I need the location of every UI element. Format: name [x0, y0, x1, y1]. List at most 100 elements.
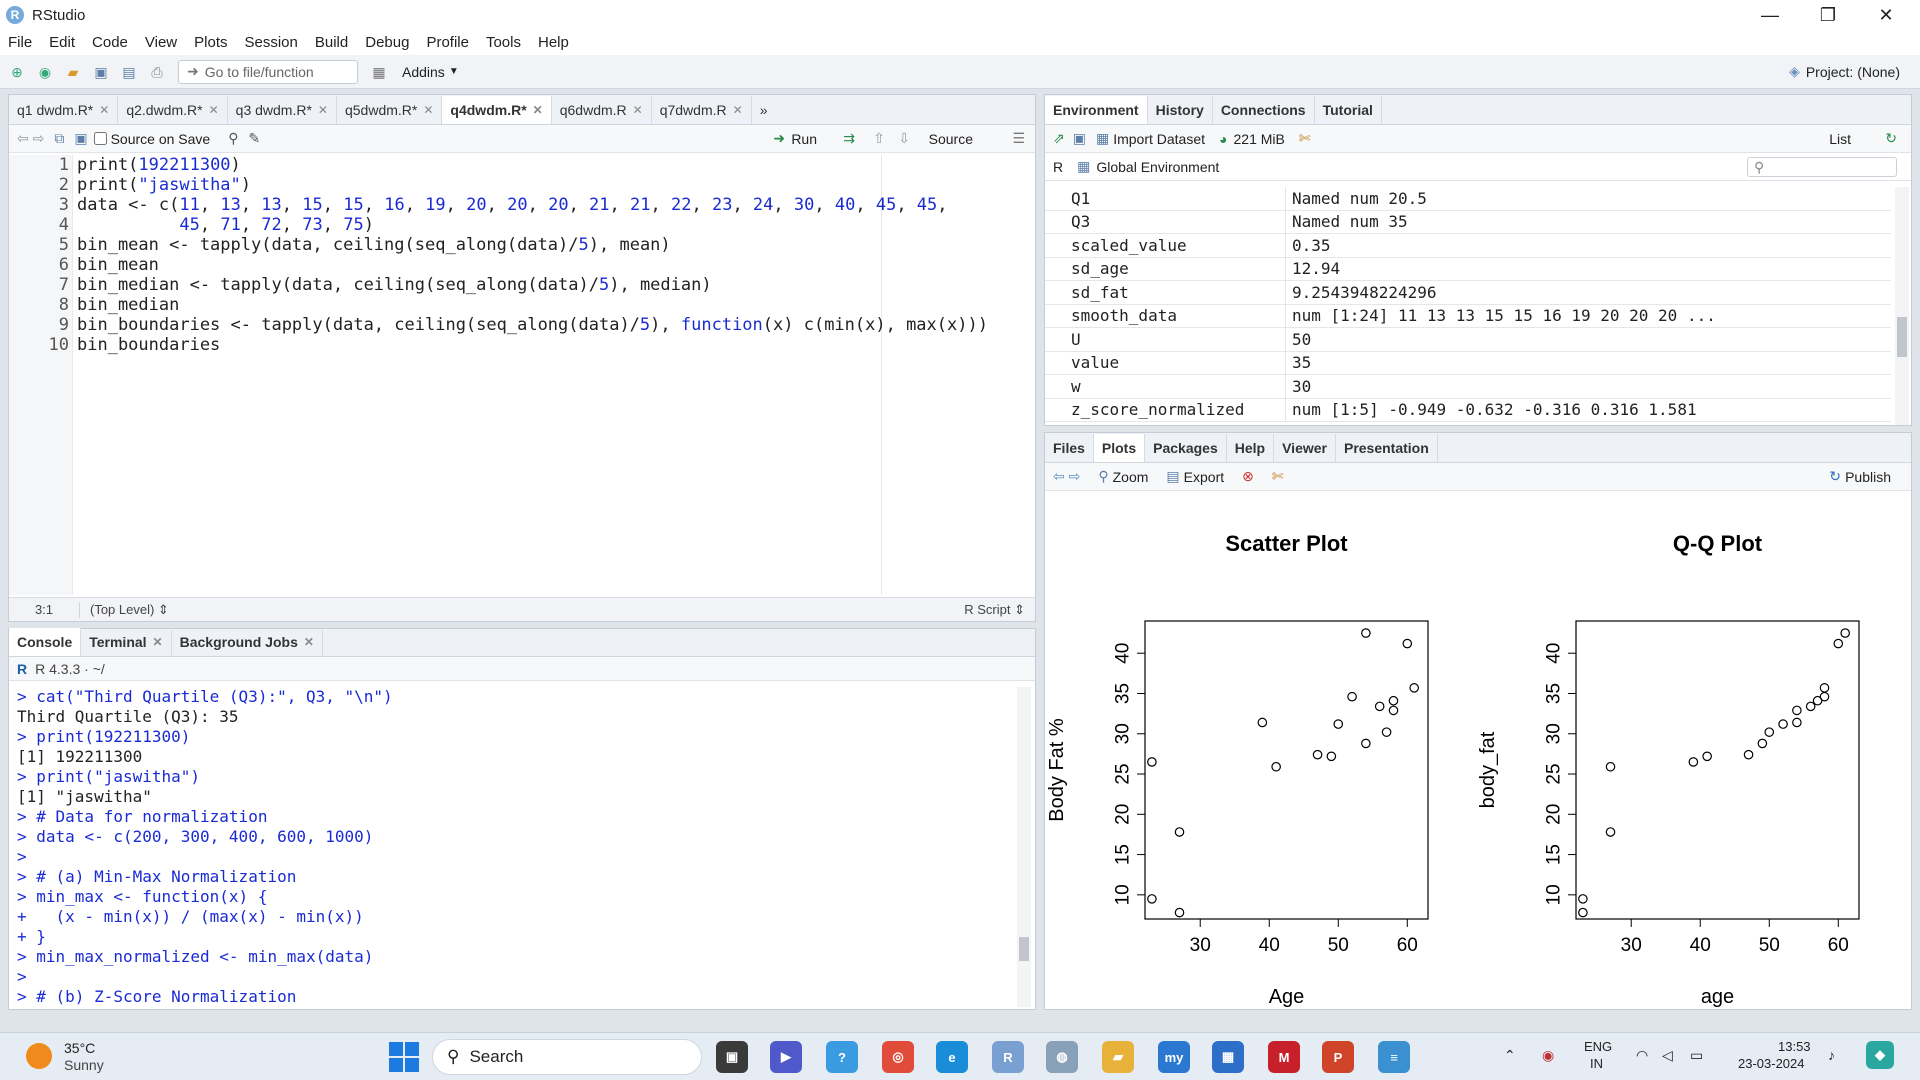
goto-file-input[interactable]: ➜ Go to file/function — [178, 59, 358, 84]
close-button[interactable]: ✕ — [1858, 0, 1914, 30]
list-view-menu[interactable]: List — [1829, 131, 1851, 147]
tab-terminal[interactable]: Terminal ✕ — [81, 628, 172, 656]
scope-selector[interactable]: (Top Level) ⇕ — [79, 601, 169, 618]
windows-start-icon[interactable] — [384, 1040, 424, 1074]
environment-row[interactable]: sd_age 12.94 — [1045, 257, 1891, 281]
file-explorer-icon[interactable]: ▰ — [1102, 1041, 1134, 1073]
more-tabs-icon[interactable]: » — [752, 96, 776, 124]
menu-debug[interactable]: Debug — [365, 34, 409, 51]
close-tab-icon[interactable]: ✕ — [304, 635, 314, 649]
tab-tutorial[interactable]: Tutorial — [1315, 96, 1382, 124]
settings-app-icon[interactable]: ? — [826, 1041, 858, 1073]
tab-q2[interactable]: q2.dwdm.R* ✕ — [118, 96, 228, 124]
grid-layout-icon[interactable]: ▦ — [368, 62, 390, 82]
wand-icon[interactable]: ✎ — [248, 130, 260, 147]
environment-row[interactable]: sd_fat 9.2543948224296 — [1045, 281, 1891, 305]
save-icon[interactable]: ▣ — [90, 62, 112, 82]
tab-files[interactable]: Files — [1045, 434, 1094, 462]
close-tab-icon[interactable]: ✕ — [99, 103, 109, 117]
down-icon[interactable]: ⇩ — [898, 130, 910, 147]
tray-chevron-icon[interactable]: ⌃ — [1504, 1047, 1516, 1064]
source-button[interactable]: Source — [929, 131, 973, 147]
clock-date[interactable]: 23-03-2024 — [1738, 1056, 1805, 1071]
close-tab-icon[interactable]: ✕ — [733, 103, 743, 117]
zoom-button[interactable]: Zoom — [1113, 469, 1149, 485]
source-on-save-checkbox[interactable] — [93, 132, 107, 145]
environment-row[interactable]: Q1 Named num 20.5 — [1045, 187, 1891, 211]
keyboard-region[interactable]: IN — [1590, 1056, 1603, 1071]
menu-edit[interactable]: Edit — [49, 34, 75, 51]
new-file-icon[interactable]: ⊕ — [6, 62, 28, 82]
task-view-icon[interactable]: ▣ — [716, 1041, 748, 1073]
battery-icon[interactable]: ▭ — [1690, 1047, 1703, 1064]
chrome-icon[interactable]: ◎ — [882, 1041, 914, 1073]
keyboard-language[interactable]: ENG — [1584, 1039, 1612, 1054]
environment-row[interactable]: U 50 — [1045, 328, 1891, 352]
run-button[interactable]: Run — [791, 131, 817, 147]
addins-menu[interactable]: Addins — [402, 64, 445, 80]
language-selector[interactable]: R — [1053, 159, 1063, 175]
tab-viewer[interactable]: Viewer — [1274, 434, 1336, 462]
powerpoint-icon[interactable]: P — [1322, 1041, 1354, 1073]
menu-plots[interactable]: Plots — [194, 34, 227, 51]
tab-console[interactable]: Console — [9, 628, 82, 656]
close-tab-icon[interactable]: ✕ — [423, 103, 433, 117]
menu-profile[interactable]: Profile — [426, 34, 469, 51]
open-file-icon[interactable]: ▰ — [62, 62, 84, 82]
save-all-icon[interactable]: ▤ — [118, 62, 140, 82]
publish-button[interactable]: Publish — [1845, 469, 1891, 485]
notepad-icon[interactable]: ≡ — [1378, 1041, 1410, 1073]
clear-plots-broom-icon[interactable]: ✄ — [1272, 468, 1284, 485]
console-scrollbar[interactable] — [1017, 687, 1031, 1007]
wifi-icon[interactable]: ◠ — [1636, 1047, 1648, 1064]
close-tab-icon[interactable]: ✕ — [533, 103, 543, 117]
file-type-selector[interactable]: R Script ⇕ — [964, 602, 1025, 618]
store-icon[interactable]: ▦ — [1212, 1041, 1244, 1073]
console-output[interactable]: > cat("Third Quartile (Q3):", Q3, "\n") T… — [17, 687, 1007, 1009]
new-project-icon[interactable]: ◉ — [34, 62, 56, 82]
export-menu[interactable]: Export — [1184, 469, 1224, 485]
broom-icon[interactable]: ✄ — [1299, 130, 1311, 147]
save-icon[interactable]: ▣ — [74, 130, 87, 147]
restore-button[interactable]: ❐ — [1800, 0, 1856, 30]
taskbar-search-box[interactable]: ⚲ Search — [432, 1039, 702, 1075]
edge-icon[interactable]: e — [936, 1041, 968, 1073]
menu-file[interactable]: File — [8, 34, 32, 51]
volume-icon[interactable]: ◁ — [1662, 1047, 1673, 1064]
plot-back-forward-icon[interactable]: ⇦ ⇨ — [1053, 468, 1080, 485]
show-in-window-icon[interactable]: ⧉ — [54, 130, 64, 147]
menu-build[interactable]: Build — [315, 34, 348, 51]
menu-view[interactable]: View — [145, 34, 177, 51]
minimize-button[interactable]: — — [1742, 0, 1798, 30]
environment-row[interactable]: w 30 — [1045, 375, 1891, 399]
outline-icon[interactable]: ☰ — [1012, 130, 1025, 147]
teams-icon[interactable]: ▶ — [770, 1041, 802, 1073]
close-tab-icon[interactable]: ✕ — [209, 103, 219, 117]
environment-search-input[interactable]: ⚲ — [1747, 156, 1897, 177]
environment-row[interactable]: smooth_data num [1:24] 11 13 13 15 15 16 … — [1045, 304, 1891, 328]
environment-row[interactable]: value 35 — [1045, 351, 1891, 375]
global-environment-selector[interactable]: Global Environment — [1096, 159, 1219, 175]
import-dataset-menu[interactable]: Import Dataset — [1113, 131, 1205, 147]
tab-help[interactable]: Help — [1227, 434, 1275, 462]
close-tab-icon[interactable]: ✕ — [318, 103, 328, 117]
tab-history[interactable]: History — [1148, 96, 1213, 124]
copilot-icon[interactable]: ◆ — [1866, 1041, 1894, 1069]
rerun-icon[interactable]: ⇉ — [843, 130, 855, 147]
back-forward-icon[interactable]: ⇦ ⇨ — [17, 130, 44, 147]
menu-help[interactable]: Help — [538, 34, 569, 51]
menu-code[interactable]: Code — [92, 34, 128, 51]
tab-environment[interactable]: Environment — [1045, 96, 1148, 124]
up-icon[interactable]: ⇧ — [873, 130, 885, 147]
close-tab-icon[interactable]: ✕ — [633, 103, 643, 117]
refresh-icon[interactable]: ↻ — [1885, 130, 1897, 147]
menu-session[interactable]: Session — [245, 34, 298, 51]
clock-time[interactable]: 13:53 — [1778, 1039, 1811, 1054]
mylg-icon[interactable]: my — [1158, 1041, 1190, 1073]
save-workspace-icon[interactable]: ▣ — [1073, 130, 1086, 147]
project-menu[interactable]: Project: (None) — [1806, 64, 1900, 80]
environment-row[interactable]: z_score_normalized num [1:5] -0.949 -0.63… — [1045, 398, 1891, 422]
mcafee-icon[interactable]: M — [1268, 1041, 1300, 1073]
load-workspace-icon[interactable]: ⇗ — [1053, 130, 1065, 147]
tab-plots[interactable]: Plots — [1093, 434, 1146, 462]
